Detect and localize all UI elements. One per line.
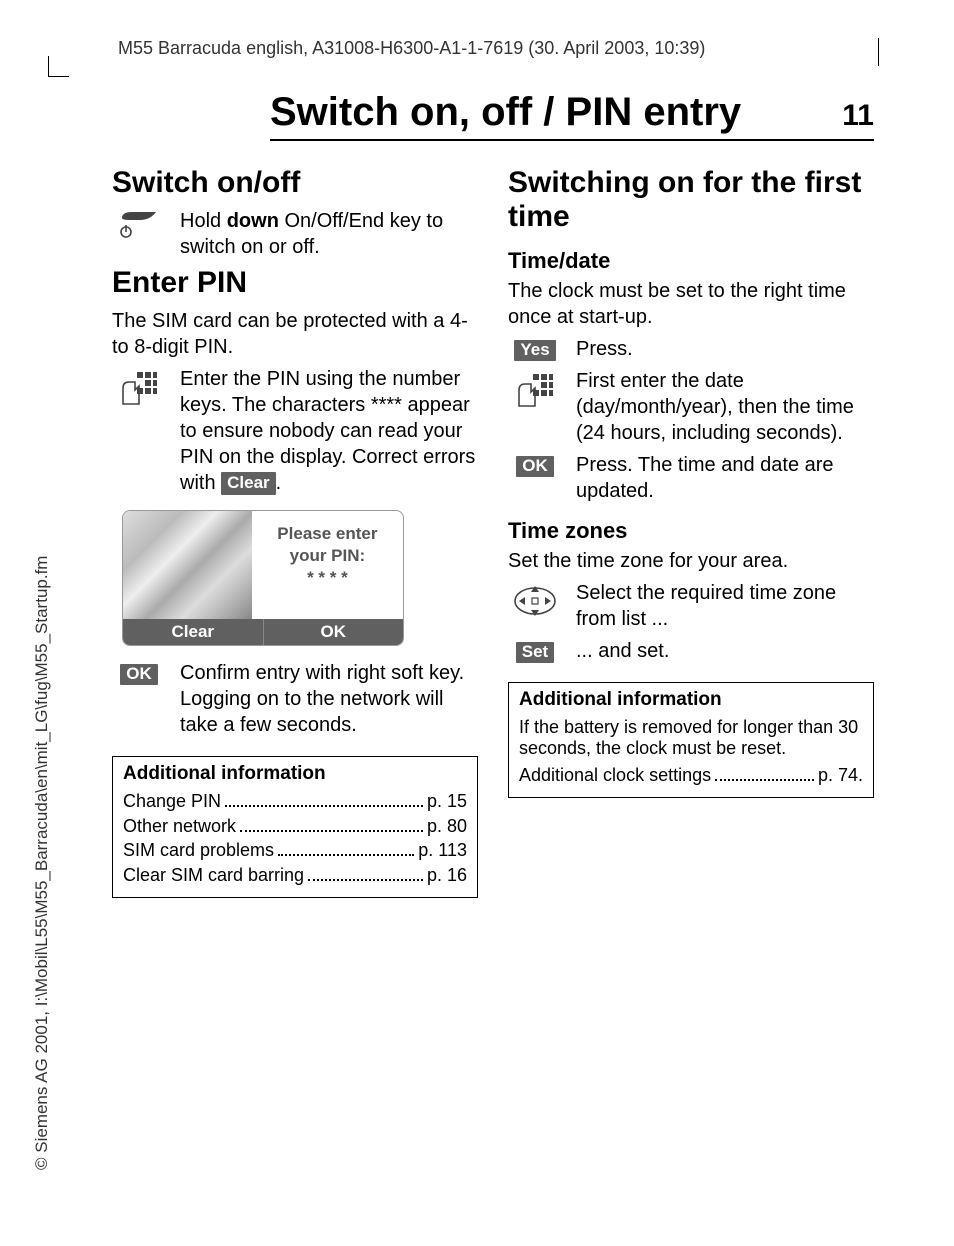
doc-header: M55 Barracuda english, A31008-H6300-A1-1… (118, 38, 705, 59)
keypad-icon (121, 370, 157, 406)
heading-first-time: Switching on for the first time (508, 166, 874, 234)
additional-info-box: Additional information If the battery is… (508, 682, 874, 798)
page-title: Switch on, off / PIN entry (270, 90, 812, 135)
info-title: Additional information (123, 763, 467, 785)
info-row: Other networkp. 80 (123, 815, 467, 836)
clear-softkey-label: Clear (221, 472, 276, 495)
pin-enter-text: Enter the PIN using the number keys. The… (180, 366, 478, 496)
ok-softkey-label: OK (516, 456, 554, 477)
heading-switch-onoff: Switch on/off (112, 166, 478, 200)
yes-softkey-label: Yes (514, 340, 555, 361)
ok-text-right: Press. The time and date are updated. (576, 452, 874, 504)
nav-text: Select the required time zone from list … (576, 580, 874, 632)
crop-mark (878, 38, 880, 66)
timedate-text: The clock must be set to the right time … (508, 278, 874, 330)
copyright-sideways: © Siemens AG 2001, I:\Mobil\L55\M55_Barr… (32, 556, 52, 1170)
heading-timedate: Time/date (508, 248, 874, 274)
info-body: If the battery is removed for longer tha… (519, 717, 863, 759)
page-number: 11 (842, 99, 874, 133)
additional-info-box: Additional information Change PINp. 15 O… (112, 756, 478, 898)
navigation-key-icon (513, 584, 557, 618)
phone-wallpaper (123, 511, 252, 619)
phone-soft-left: Clear (123, 619, 263, 645)
info-row: Change PINp. 15 (123, 791, 467, 812)
heading-zones: Time zones (508, 518, 874, 544)
yes-text: Press. (576, 336, 874, 362)
set-text: ... and set. (576, 638, 874, 664)
crop-mark (48, 56, 69, 77)
info-row: Clear SIM card barringp. 16 (123, 864, 467, 885)
left-column: Switch on/off Hold down On/Off/End key t… (112, 160, 478, 898)
switch-text: Hold down On/Off/End key to switch on or… (180, 208, 478, 260)
power-key-icon (118, 212, 160, 238)
info-title: Additional information (519, 689, 863, 711)
heading-enter-pin: Enter PIN (112, 266, 478, 300)
ok-text: Confirm entry with right soft key. Loggi… (180, 660, 478, 738)
ok-softkey-label: OK (120, 664, 158, 685)
info-row: Additional clock settingsp. 74. (519, 765, 863, 786)
info-row: SIM card problemsp. 113 (123, 840, 467, 861)
right-column: Switching on for the first time Time/dat… (508, 160, 874, 898)
pin-intro: The SIM card can be protected with a 4- … (112, 308, 478, 360)
keypad-text: First enter the date (day/month/year), t… (576, 368, 874, 446)
page-title-row: Switch on, off / PIN entry 11 (270, 90, 874, 141)
keypad-icon (517, 372, 553, 408)
phone-soft-right: OK (263, 619, 404, 645)
zones-text: Set the time zone for your area. (508, 548, 874, 574)
phone-prompt: Please enter your PIN: * * * * (252, 511, 403, 619)
phone-screen: Please enter your PIN: * * * * Clear OK (122, 510, 404, 646)
set-softkey-label: Set (516, 642, 554, 663)
